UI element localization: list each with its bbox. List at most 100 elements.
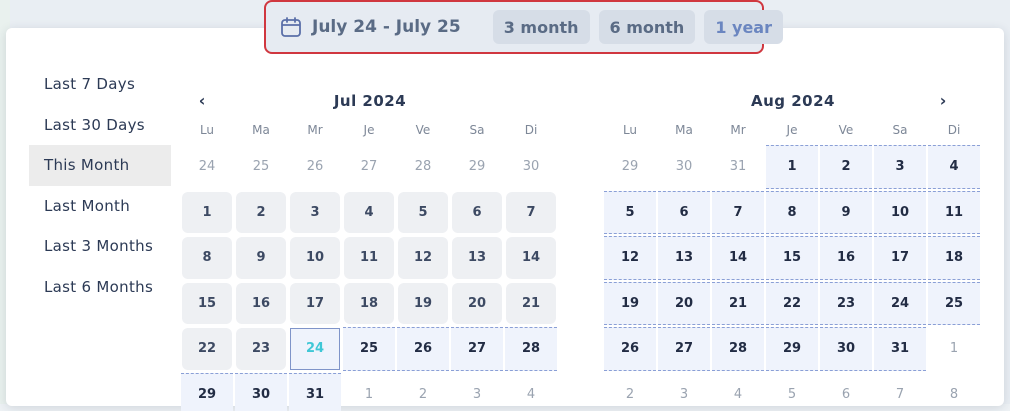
day-cell[interactable]: 25	[342, 326, 396, 372]
chip-6-month[interactable]: 6 month	[598, 10, 696, 44]
day-cell[interactable]: 16	[819, 235, 873, 281]
day-cell[interactable]: 26	[396, 326, 450, 372]
day-cell[interactable]: 8	[180, 235, 234, 281]
day-cell[interactable]: 27	[450, 326, 504, 372]
day-cell-outside[interactable]: 1	[342, 372, 396, 411]
day-cell[interactable]: 10	[873, 190, 927, 236]
day-cell[interactable]: 24	[873, 281, 927, 327]
day-cell[interactable]: 2	[234, 190, 288, 236]
day-cell-outside[interactable]: 26	[288, 144, 342, 190]
day-cell[interactable]: 31	[873, 326, 927, 372]
preset-last-7-days[interactable]: Last 7 Days	[29, 64, 171, 105]
day-cell[interactable]: 27	[657, 326, 711, 372]
day-cell[interactable]: 23	[234, 326, 288, 372]
day-cell[interactable]: 20	[450, 281, 504, 327]
day-cell[interactable]: 4	[342, 190, 396, 236]
day-cell-outside[interactable]: 29	[603, 144, 657, 190]
day-cell[interactable]: 19	[396, 281, 450, 327]
day-cell[interactable]: 9	[234, 235, 288, 281]
day-cell[interactable]: 5	[396, 190, 450, 236]
day-cell[interactable]: 10	[288, 235, 342, 281]
day-cell[interactable]: 17	[873, 235, 927, 281]
day-cell[interactable]: 11	[927, 190, 981, 236]
day-cell-outside[interactable]: 2	[396, 372, 450, 411]
chip-1-year[interactable]: 1 year	[704, 10, 783, 44]
day-cell[interactable]: 1	[765, 144, 819, 190]
day-cell[interactable]: 28	[504, 326, 558, 372]
day-cell[interactable]: 29	[180, 372, 234, 411]
selected-range-label[interactable]: July 24 - July 25	[312, 17, 461, 37]
day-cell[interactable]: 23	[819, 281, 873, 327]
day-cell[interactable]: 15	[765, 235, 819, 281]
day-cell-outside[interactable]: 3	[657, 372, 711, 411]
day-cell[interactable]: 29	[765, 326, 819, 372]
day-cell-outside[interactable]: 1	[927, 326, 981, 372]
day-cell[interactable]: 5	[603, 190, 657, 236]
day-cell[interactable]: 22	[765, 281, 819, 327]
day-cell[interactable]: 20	[657, 281, 711, 327]
day-cell[interactable]: 18	[342, 281, 396, 327]
day-number: 14	[728, 250, 748, 266]
preset-last-3-months[interactable]: Last 3 Months	[29, 226, 171, 267]
preset-last-30-days[interactable]: Last 30 Days	[29, 105, 171, 146]
day-cell-outside[interactable]: 5	[765, 372, 819, 411]
day-cell[interactable]: 14	[504, 235, 558, 281]
day-cell[interactable]: 8	[765, 190, 819, 236]
day-cell[interactable]: 22	[180, 326, 234, 372]
day-cell-outside[interactable]: 28	[396, 144, 450, 190]
day-cell-outside[interactable]: 25	[234, 144, 288, 190]
day-cell-outside[interactable]: 6	[819, 372, 873, 411]
day-cell[interactable]: 17	[288, 281, 342, 327]
day-cell-outside[interactable]: 8	[927, 372, 981, 411]
day-cell[interactable]: 6	[450, 190, 504, 236]
preset-last-6-months[interactable]: Last 6 Months	[29, 267, 171, 308]
next-month-button[interactable]: ›	[934, 92, 952, 110]
day-cell-outside[interactable]: 24	[180, 144, 234, 190]
day-cell-outside[interactable]: 7	[873, 372, 927, 411]
day-cell[interactable]: 30	[234, 372, 288, 411]
day-cell[interactable]: 15	[180, 281, 234, 327]
day-cell[interactable]: 25	[927, 281, 981, 327]
day-cell-outside[interactable]: 31	[711, 144, 765, 190]
day-cell[interactable]: 6	[657, 190, 711, 236]
chip-3-month[interactable]: 3 month	[492, 10, 590, 44]
weekday-row: Lu Ma Mr Je Ve Sa Di	[603, 116, 983, 144]
day-cell[interactable]: 21	[711, 281, 765, 327]
day-cell[interactable]: 4	[927, 144, 981, 190]
day-cell[interactable]: 14	[711, 235, 765, 281]
day-cell[interactable]: 13	[657, 235, 711, 281]
day-cell[interactable]: 12	[603, 235, 657, 281]
day-cell-outside[interactable]: 27	[342, 144, 396, 190]
day-cell[interactable]: 26	[603, 326, 657, 372]
day-cell[interactable]: 21	[504, 281, 558, 327]
day-cell[interactable]: 3	[873, 144, 927, 190]
day-number: 18	[359, 295, 379, 311]
day-cell[interactable]: 2	[819, 144, 873, 190]
day-cell-range-start[interactable]: 24	[288, 326, 342, 372]
day-cell[interactable]: 30	[819, 326, 873, 372]
day-cell[interactable]: 11	[342, 235, 396, 281]
day-cell[interactable]: 7	[711, 190, 765, 236]
day-number: 14	[521, 250, 541, 266]
day-cell-outside[interactable]: 29	[450, 144, 504, 190]
day-cell-outside[interactable]: 2	[603, 372, 657, 411]
day-cell[interactable]: 13	[450, 235, 504, 281]
day-cell[interactable]: 7	[504, 190, 558, 236]
day-cell[interactable]: 18	[927, 235, 981, 281]
preset-this-month[interactable]: This Month	[29, 145, 171, 186]
preset-last-month[interactable]: Last Month	[29, 186, 171, 227]
day-cell-outside[interactable]: 4	[711, 372, 765, 411]
day-cell-outside[interactable]: 4	[504, 372, 558, 411]
day-cell[interactable]: 9	[819, 190, 873, 236]
day-number: 3	[679, 386, 689, 402]
day-cell[interactable]: 12	[396, 235, 450, 281]
day-cell[interactable]: 31	[288, 372, 342, 411]
day-cell[interactable]: 1	[180, 190, 234, 236]
day-cell[interactable]: 28	[711, 326, 765, 372]
day-cell[interactable]: 3	[288, 190, 342, 236]
day-cell[interactable]: 16	[234, 281, 288, 327]
day-cell-outside[interactable]: 30	[504, 144, 558, 190]
day-cell-outside[interactable]: 3	[450, 372, 504, 411]
day-cell-outside[interactable]: 30	[657, 144, 711, 190]
day-cell[interactable]: 19	[603, 281, 657, 327]
